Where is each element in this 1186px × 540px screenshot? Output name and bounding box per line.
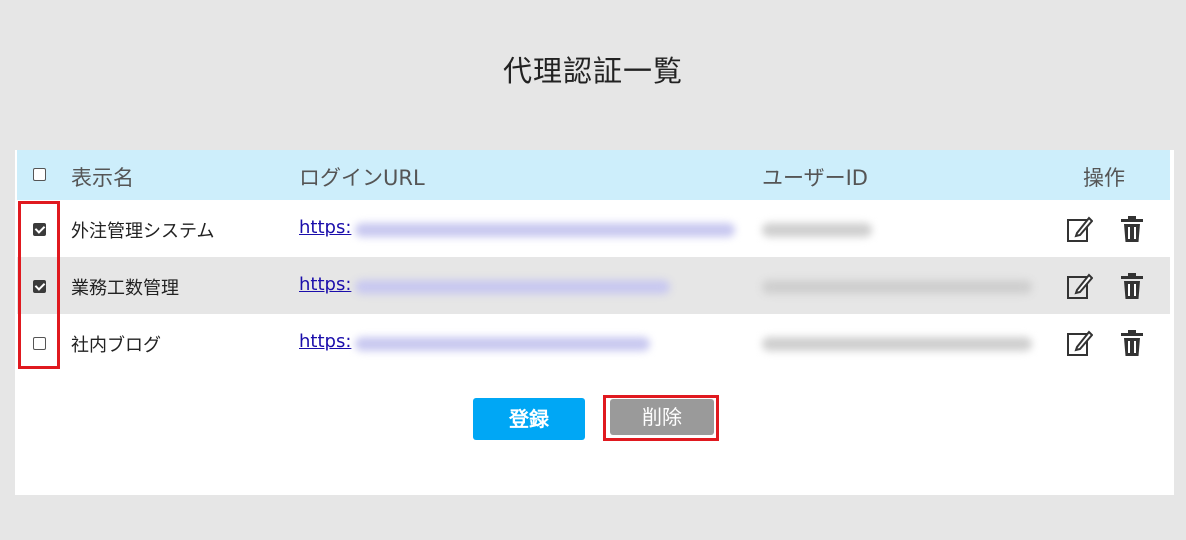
edit-icon[interactable] <box>1065 214 1093 244</box>
table-row: 社内ブログ https: <box>17 314 1170 371</box>
delete-button[interactable]: 削除 <box>610 399 714 435</box>
redacted-user-id <box>762 280 1032 294</box>
header-user-id: ユーザーID <box>762 166 868 190</box>
select-all-checkbox[interactable] <box>33 168 46 181</box>
trash-icon[interactable] <box>1118 271 1146 301</box>
row-login-url[interactable]: https: <box>299 217 351 238</box>
row-login-url[interactable]: https: <box>299 331 351 352</box>
row-display-name: 外注管理システム <box>71 221 215 242</box>
row-display-name: 社内ブログ <box>71 335 161 356</box>
login-url-link[interactable]: https: <box>299 217 351 238</box>
redacted-url <box>355 223 735 237</box>
table-row: 外注管理システム https: <box>17 200 1170 257</box>
redacted-user-id <box>762 223 872 237</box>
list-panel: 表示名 ログインURL ユーザーID 操作 外注管理システム https: 業務… <box>15 150 1174 495</box>
register-button[interactable]: 登録 <box>473 398 585 440</box>
header-login-url: ログインURL <box>299 166 425 190</box>
edit-icon[interactable] <box>1065 271 1093 301</box>
edit-icon[interactable] <box>1065 328 1093 358</box>
table-header: 表示名 ログインURL ユーザーID 操作 <box>17 150 1170 200</box>
row-display-name: 業務工数管理 <box>71 278 179 299</box>
trash-icon[interactable] <box>1118 328 1146 358</box>
row-login-url[interactable]: https: <box>299 274 351 295</box>
redacted-url <box>355 280 670 294</box>
login-url-link[interactable]: https: <box>299 331 351 352</box>
trash-icon[interactable] <box>1118 214 1146 244</box>
checkbox-column-highlight <box>18 201 60 369</box>
header-actions: 操作 <box>1083 166 1125 190</box>
header-display-name: 表示名 <box>71 166 134 190</box>
redacted-user-id <box>762 337 1032 351</box>
redacted-url <box>355 337 650 351</box>
page-title: 代理認証一覧 <box>502 54 683 88</box>
login-url-link[interactable]: https: <box>299 274 351 295</box>
table-row: 業務工数管理 https: <box>17 257 1170 314</box>
